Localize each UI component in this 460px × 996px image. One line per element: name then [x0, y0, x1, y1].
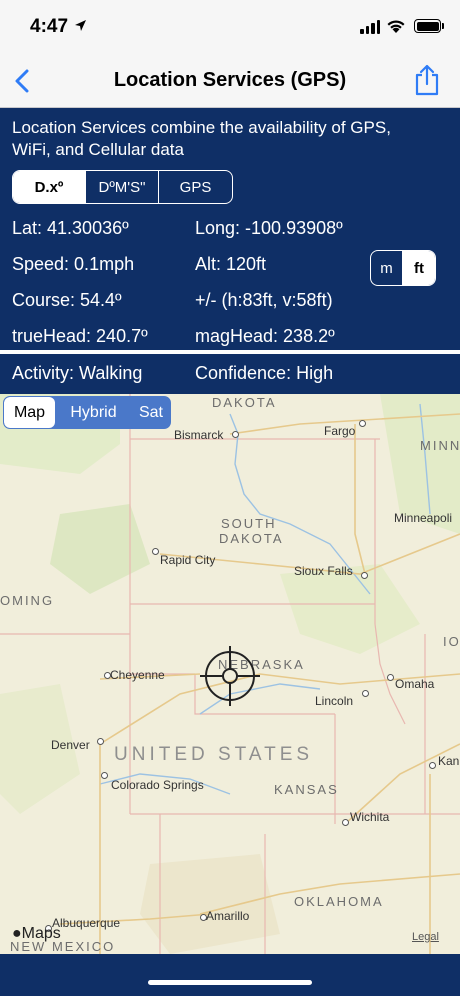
state-label-oklahoma: OKLAHOMA — [294, 894, 384, 909]
page-title: Location Services (GPS) — [113, 69, 347, 91]
units-feet-button[interactable]: ft — [403, 251, 435, 285]
true-heading-readout: trueHead: 240.7º — [12, 326, 148, 346]
city-dot — [359, 420, 366, 427]
state-label-wyoming: OMING — [0, 593, 55, 608]
format-dms-button[interactable]: DºM'S" — [86, 171, 159, 203]
crosshair-icon — [200, 646, 260, 706]
cellular-signal-icon — [360, 20, 380, 34]
city-label-minneapolis: Minneapoli — [394, 511, 453, 525]
altitude-readout: Alt: 120ft — [195, 254, 267, 274]
confidence-readout: Confidence: High — [195, 363, 334, 383]
city-dot — [362, 690, 369, 697]
info-description: Location Services combine the availabili… — [12, 117, 452, 161]
city-dot — [152, 548, 159, 555]
wifi-icon — [387, 20, 405, 33]
status-bar: 4:47 — [0, 0, 460, 56]
city-label-amarillo: Amarillo — [206, 909, 250, 923]
state-label-kansas: KANSAS — [274, 782, 339, 797]
activity-readout: Activity: Walking — [12, 363, 143, 383]
city-label-kansas-city: Kan — [438, 754, 460, 768]
map-type-hybrid-button[interactable]: Hybrid — [55, 397, 132, 428]
city-label-fargo: Fargo — [324, 424, 356, 438]
format-decimal-degrees-button[interactable]: D.xº — [13, 171, 86, 203]
speed-readout: Speed: 0.1mph — [12, 254, 135, 274]
city-label-lincoln: Lincoln — [315, 694, 354, 708]
description-line-2: WiFi, and Cellular data — [12, 140, 184, 159]
battery-tip — [442, 23, 444, 29]
city-label-albuquerque: Albuquerque — [52, 916, 121, 930]
city-dot — [342, 819, 349, 826]
city-label-colorado-springs: Colorado Springs — [111, 778, 204, 792]
format-gps-button[interactable]: GPS — [159, 171, 232, 203]
map-type-map-button[interactable]: Map — [4, 397, 55, 428]
activity-row: Activity: Walking Confidence: High — [0, 354, 460, 394]
city-label-cheyenne: Cheyenne — [110, 668, 165, 682]
city-dot — [429, 762, 436, 769]
city-dot — [97, 738, 104, 745]
city-label-omaha: Omaha — [395, 677, 435, 691]
home-indicator[interactable] — [148, 980, 312, 985]
city-label-denver: Denver — [51, 738, 90, 752]
bottom-bar — [0, 954, 460, 996]
longitude-readout: Long: -100.93908º — [195, 218, 343, 238]
maps-brand: ●Maps — [12, 925, 61, 943]
legal-link[interactable]: Legal — [412, 931, 439, 943]
location-info-panel: Location Services combine the availabili… — [0, 108, 460, 350]
units-meters-button[interactable]: m — [371, 251, 404, 285]
nav-bar: Location Services (GPS) — [0, 56, 460, 108]
description-line-1: Location Services combine the availabili… — [12, 118, 391, 137]
battery-icon — [414, 19, 441, 33]
map-type-sat-button[interactable]: Sat — [132, 397, 170, 428]
accuracy-readout: +/- (h:83ft, v:58ft) — [195, 290, 333, 310]
maps-brand-label: Maps — [21, 925, 61, 942]
state-label-south-word: SOUTH — [221, 516, 277, 531]
city-dot — [361, 572, 368, 579]
share-icon — [415, 64, 439, 96]
coordinate-format-segmented-control: D.xº DºM'S" GPS — [12, 170, 233, 204]
city-dot — [387, 674, 394, 681]
city-label-sioux-falls: Sioux Falls — [294, 564, 353, 578]
state-label-minnesota: MINN — [420, 438, 460, 453]
magnetic-heading-readout: magHead: 238.2º — [195, 326, 335, 346]
latitude-readout: Lat: 41.30036º — [12, 218, 129, 238]
apple-logo-icon: ● — [12, 925, 22, 942]
units-segmented-control: m ft — [370, 250, 436, 286]
city-label-bismarck: Bismarck — [174, 428, 224, 442]
country-label: UNITED STATES — [114, 744, 314, 765]
state-label-south-dakota: DAKOTA — [219, 531, 284, 546]
city-label-wichita: Wichita — [350, 810, 390, 824]
status-time: 4:47 — [30, 16, 69, 37]
share-button[interactable] — [412, 63, 442, 97]
location-arrow-icon — [75, 20, 86, 31]
course-readout: Course: 54.4º — [12, 290, 122, 310]
map-type-segmented-control: Map Hybrid Sat — [3, 396, 171, 429]
city-label-rapid-city: Rapid City — [160, 553, 216, 567]
state-label-north-dakota: DAKOTA — [212, 395, 277, 410]
city-dot — [232, 431, 239, 438]
city-dot — [101, 772, 108, 779]
state-label-iowa: IO — [443, 634, 460, 649]
